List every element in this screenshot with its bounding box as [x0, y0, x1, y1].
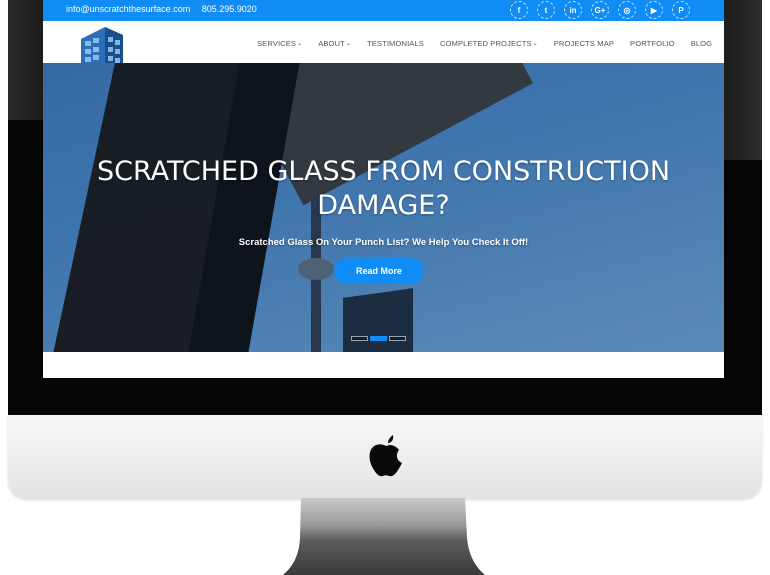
monitor-stand: [283, 498, 485, 575]
top-contact-bar: info@unscratchthesurface.com 805.295.902…: [43, 0, 724, 21]
email-link[interactable]: info@unscratchthesurface.com: [66, 4, 190, 14]
chevron-down-icon: ⌄: [532, 41, 538, 47]
slider-pagination: [351, 336, 406, 341]
nav-item-completed-projects[interactable]: COMPLETED PROJECTS ⌄: [440, 39, 538, 48]
nav-label: COMPLETED PROJECTS: [439, 39, 532, 48]
nav-label: BLOG: [690, 39, 713, 48]
linkedin-icon[interactable]: in: [564, 1, 582, 19]
nav-item-projects-map[interactable]: PROJECTS MAP: [554, 39, 614, 48]
google-plus-icon[interactable]: G+: [591, 1, 609, 19]
nav-label: TESTIMONIALS: [367, 39, 424, 48]
nav-label: PROJECTS MAP: [553, 39, 615, 48]
main-navbar: Unscratch The Surface Flawless Glass Ref…: [43, 21, 724, 85]
nav-item-blog[interactable]: BLOG: [691, 39, 713, 48]
monitor-screen: info@unscratchthesurface.com 805.295.902…: [43, 0, 724, 378]
bezel-shadow-left: [8, 0, 43, 120]
slide-indicator-3[interactable]: [389, 336, 406, 341]
hero-title: SCRATCHED GLASS FROM CONSTRUCTION DAMAGE…: [43, 155, 724, 223]
phone-link[interactable]: 805.295.9020: [202, 4, 257, 14]
hero-title-line1: SCRATCHED GLASS FROM CONSTRUCTION: [96, 156, 671, 187]
chevron-down-icon: ⌄: [345, 41, 352, 47]
nav-label: ABOUT: [318, 39, 345, 48]
hero-subtitle: Scratched Glass On Your Punch List? We H…: [238, 237, 529, 248]
twitter-icon[interactable]: t: [537, 1, 555, 19]
nav-item-portfolio[interactable]: PORTFOLIO: [630, 39, 675, 48]
pinterest-icon[interactable]: P: [672, 1, 690, 19]
nav-menu: SERVICES ⌄ ABOUT ⌄ TESTIMONIALS COMPLETE…: [257, 39, 724, 48]
nav-item-services[interactable]: SERVICES ⌄: [257, 39, 302, 48]
bezel-shadow-right: [724, 0, 762, 160]
youtube-icon[interactable]: ▶: [645, 1, 663, 19]
contact-info: info@unscratchthesurface.com 805.295.902…: [66, 4, 266, 14]
facebook-icon[interactable]: f: [510, 1, 528, 19]
hero-slider: SCRATCHED GLASS FROM CONSTRUCTION DAMAGE…: [43, 63, 724, 352]
content-area: [43, 352, 724, 378]
nav-item-testimonials[interactable]: TESTIMONIALS: [367, 39, 424, 48]
nav-item-about[interactable]: ABOUT ⌄: [318, 39, 351, 48]
nav-label: PORTFOLIO: [630, 39, 675, 48]
social-links: f t in G+ ◎ ▶ P: [510, 1, 690, 19]
imac-mockup: info@unscratchthesurface.com 805.295.902…: [0, 0, 770, 575]
apple-logo-icon: [369, 435, 402, 477]
nav-label: SERVICES: [257, 39, 297, 48]
read-more-button[interactable]: Read More: [334, 258, 424, 284]
slide-indicator-2[interactable]: [370, 336, 387, 341]
instagram-icon[interactable]: ◎: [618, 1, 636, 19]
chevron-down-icon: ⌄: [297, 41, 303, 47]
slide-indicator-1[interactable]: [351, 336, 368, 341]
hero-title-line2: DAMAGE?: [317, 190, 450, 221]
